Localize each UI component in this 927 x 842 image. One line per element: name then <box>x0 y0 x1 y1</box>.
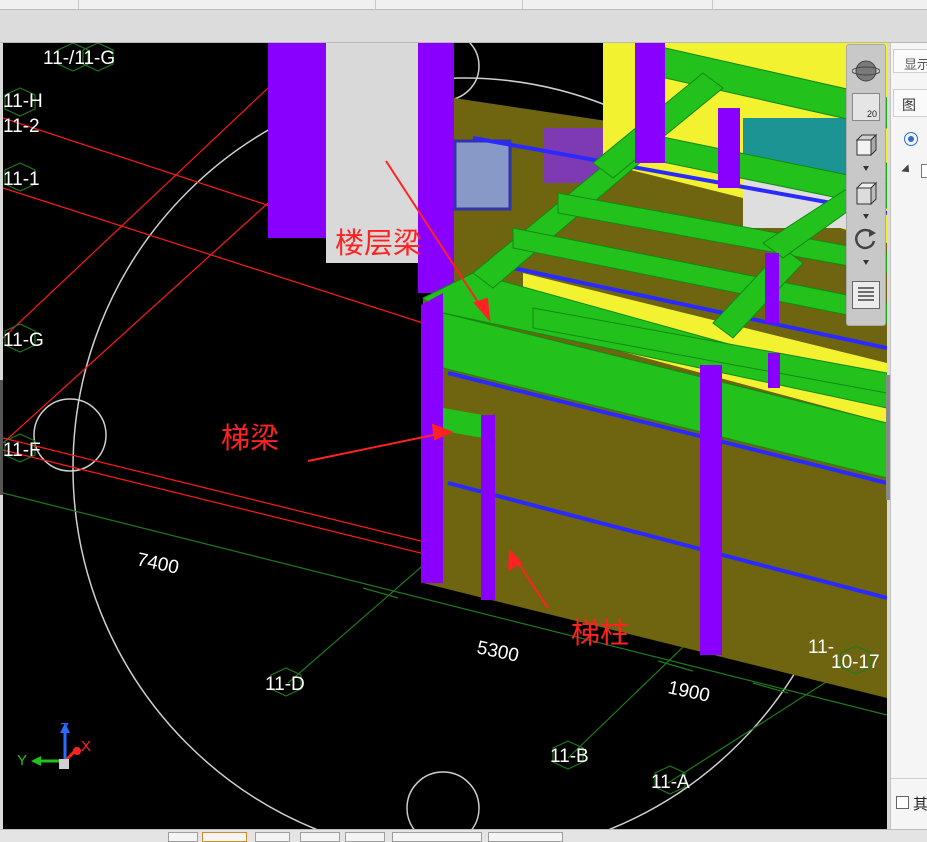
axis-label-h: 11-H <box>3 91 43 112</box>
window <box>453 139 512 211</box>
rotate-button[interactable] <box>852 225 880 253</box>
chevron-down-icon <box>863 166 869 171</box>
axis-label-g: 11-G <box>3 330 44 351</box>
panel-splitter[interactable] <box>886 375 890 500</box>
list-icon <box>858 287 874 301</box>
purple-column <box>768 353 780 388</box>
purple-column <box>765 253 779 323</box>
axis-label-d: 11-D <box>265 674 305 695</box>
layer-list-button[interactable] <box>852 281 880 309</box>
orbit-handle-bottom[interactable] <box>406 771 480 829</box>
label-stair-beam: 梯梁 <box>221 421 279 455</box>
purple-column <box>700 365 722 655</box>
left-splitter[interactable] <box>0 380 3 495</box>
zoom-level-button[interactable]: 20 <box>852 93 880 121</box>
tree-node-checkbox[interactable] <box>921 164 927 178</box>
dropdown-arrow-3[interactable] <box>852 255 880 265</box>
axis-label-10-17: 10-17 <box>831 652 880 673</box>
model-canvas[interactable]: 11-/11-G 11-H 11-2 11-1 11-G 11-F 11-D 1… <box>3 43 887 829</box>
axis-label-b: 11-B <box>550 746 589 767</box>
menu-separator <box>522 0 523 9</box>
box-icon <box>855 181 878 206</box>
toolbar-strip <box>0 10 927 43</box>
globe-icon <box>851 60 881 82</box>
orbit-globe-button[interactable] <box>851 57 881 85</box>
tree-expand-icon[interactable] <box>901 164 913 176</box>
axis-label-2: 11-2 <box>3 116 40 137</box>
purple-column <box>268 43 326 238</box>
display-tab-label: 显示 <box>904 57 927 72</box>
axis-label-1: 11-1 <box>3 169 40 190</box>
panel-checkbox-label: 其 <box>913 795 927 813</box>
cube-icon <box>855 133 878 157</box>
chevron-down-icon <box>863 214 869 219</box>
axis-gizmo: Z Y X <box>17 720 91 769</box>
gizmo-z-label: Z <box>60 720 69 737</box>
zoom-level-value: 20 <box>866 109 877 119</box>
axis-label-a: 11-A <box>651 772 690 793</box>
panel-checkbox[interactable] <box>896 796 909 809</box>
graphic-tab[interactable]: 图 <box>893 89 927 117</box>
dimension-1900: 1900 <box>666 677 712 706</box>
axis-label-top: 11-/11-G <box>43 48 115 69</box>
dropdown-arrow-1[interactable] <box>852 161 880 171</box>
display-tab[interactable]: 显示 <box>893 49 927 73</box>
panel-divider <box>891 778 927 779</box>
view-cube-button[interactable] <box>852 131 880 159</box>
bottom-toolbar <box>0 829 927 842</box>
chevron-down-icon <box>863 260 869 265</box>
gizmo-x-label: X <box>81 738 91 755</box>
axis-label-f: 11-F <box>3 440 41 461</box>
purple-column <box>718 108 740 188</box>
display-panel: 显示 图 其 <box>890 43 927 829</box>
top-menu-bar <box>0 0 927 10</box>
graphic-tab-label: 图 <box>902 97 916 113</box>
menu-separator <box>375 0 376 9</box>
label-floor-beam: 楼层梁 <box>335 226 422 260</box>
menu-separator <box>78 0 79 9</box>
label-stair-column: 梯柱 <box>571 616 629 650</box>
3d-viewport[interactable]: 11-/11-G 11-H 11-2 11-1 11-G 11-F 11-D 1… <box>3 43 887 829</box>
dimension-7400: 7400 <box>135 549 181 578</box>
gizmo-y-label: Y <box>17 752 27 769</box>
stair-column <box>481 415 495 600</box>
dropdown-arrow-2[interactable] <box>852 209 880 219</box>
radio-button[interactable] <box>904 132 918 146</box>
dimension-5300: 5300 <box>475 637 521 666</box>
menu-separator <box>712 0 713 9</box>
purple-column <box>635 43 665 163</box>
rotate-icon <box>854 228 876 250</box>
box-view-button[interactable] <box>852 179 880 207</box>
view-navigation-bar: 20 <box>846 44 886 326</box>
